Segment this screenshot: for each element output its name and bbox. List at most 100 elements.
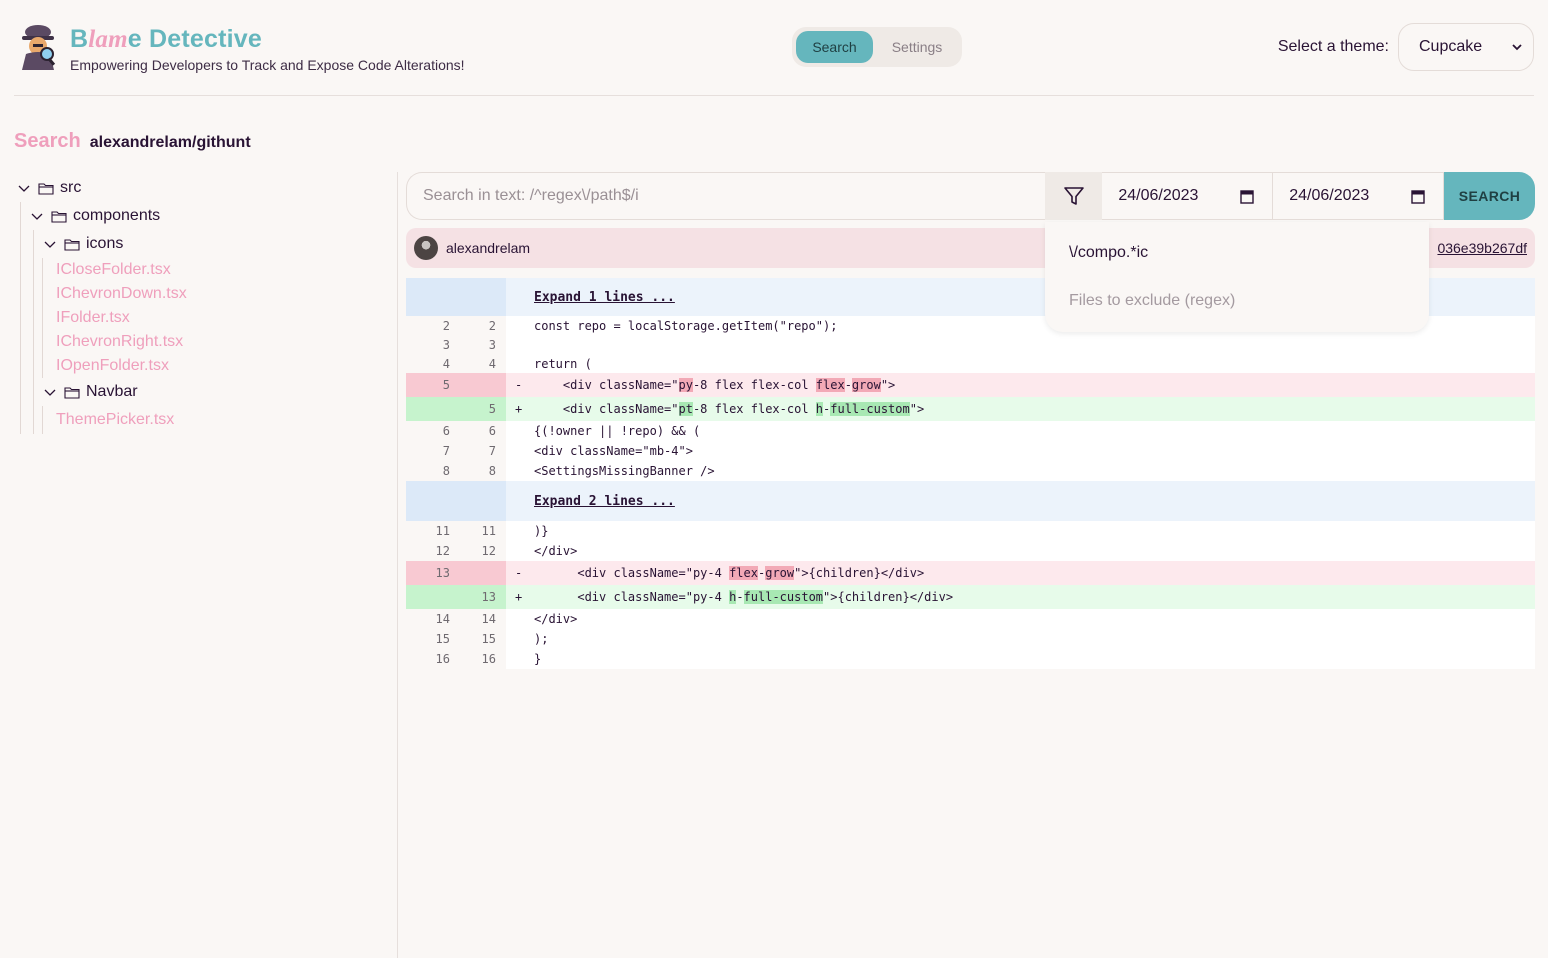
code-highlight: grow (765, 566, 795, 580)
code-segment: <div className=" (534, 402, 679, 416)
tree-file[interactable]: IOpenFolder.tsx (56, 354, 398, 378)
code-segment: <div className="py-4 (534, 590, 730, 604)
old-line-number: 3 (442, 337, 450, 352)
file-tree: src components icons ICloseFolder.tsx IC… (14, 174, 398, 434)
chevron-down-icon (31, 213, 43, 220)
search-input[interactable]: Search in text: /^regex\/path$/i (406, 172, 1046, 220)
tree-folder-label: Navbar (86, 383, 138, 400)
search-button[interactable]: SEARCH (1444, 172, 1536, 220)
tab-search[interactable]: Search (796, 31, 873, 63)
new-line-number: 11 (481, 524, 496, 538)
new-line-number: 5 (488, 402, 496, 416)
new-line-number: 4 (488, 356, 496, 371)
chevron-down-icon (44, 389, 56, 396)
tree-folder-src[interactable]: src (14, 174, 398, 202)
code-text: ); (534, 632, 549, 646)
code-segment: - (844, 378, 852, 392)
calendar-icon[interactable] (1240, 189, 1254, 204)
code-highlight: full-custom (743, 590, 824, 604)
tree-file[interactable]: ICloseFolder.tsx (56, 258, 398, 282)
tree-file[interactable]: ThemePicker.tsx (56, 406, 398, 434)
new-line-number: 12 (481, 544, 496, 558)
diff-marker: - (515, 378, 523, 392)
code-segment: -8 flex flex-col (692, 378, 816, 392)
search-bar: Search in text: /^regex\/path$/i 24/06/2… (406, 172, 1536, 220)
code-text: <SettingsMissingBanner /> (534, 464, 715, 478)
diff-marker: - (515, 566, 523, 580)
tree-folder-navbar[interactable]: Navbar (34, 378, 398, 406)
code-text: {(!owner || !repo) && ( (534, 424, 701, 438)
diff-line: 11 11)} (406, 521, 1535, 541)
tree-folder-icons[interactable]: icons (34, 230, 398, 258)
code-segment: "> (880, 378, 896, 392)
diff-marker: + (515, 590, 523, 604)
diff-line-removed: 5 - <div className="py-8 flex flex-col f… (406, 373, 1535, 397)
old-line-number: 16 (435, 652, 450, 666)
tree-folder-label: icons (86, 235, 124, 252)
new-line-number: 7 (488, 444, 496, 458)
exclude-regex-input[interactable]: Files to exclude (regex) (1069, 292, 1235, 310)
new-line-number: 2 (488, 318, 496, 333)
diff-line: 4 4 return ( (406, 354, 1535, 373)
app-header: Blame Detective Empowering Developers to… (14, 0, 1534, 96)
include-regex-input[interactable]: \/compo.*ic (1069, 244, 1148, 262)
filter-button[interactable] (1045, 172, 1103, 220)
old-line-number: 8 (442, 464, 450, 478)
code-text: )} (534, 524, 549, 538)
folder-icon (64, 386, 80, 399)
code-text: return ( (534, 356, 592, 371)
chevron-down-icon (1512, 44, 1522, 51)
commit-hash-link[interactable]: 036e39b267df (1437, 240, 1527, 256)
diff-line: 14 14 </div> (406, 609, 1535, 629)
diff-line-added: 13 + <div className="py-4 h-full-custom"… (406, 585, 1535, 609)
expand-lines-link[interactable]: Expand 2 lines ... (534, 494, 675, 509)
code-text: <div className="mb-4"> (534, 444, 693, 458)
commit-author: alexandrelam (446, 240, 531, 256)
calendar-icon[interactable] (1411, 189, 1425, 204)
gutter (406, 481, 506, 521)
new-line-number: 3 (488, 337, 496, 352)
tree-file[interactable]: IChevronDown.tsx (56, 282, 398, 306)
date-from-input[interactable]: 24/06/2023 (1102, 172, 1274, 220)
new-line-number: 16 (481, 652, 496, 666)
code-text: </div> (534, 612, 578, 626)
old-line-number: 7 (442, 444, 450, 458)
code-segment: <div className=" (534, 378, 679, 392)
tree-folder-components[interactable]: components (21, 202, 398, 230)
repo-name: alexandrelam/githunt (89, 134, 251, 151)
date-to-input[interactable]: 24/06/2023 (1273, 172, 1445, 220)
chevron-down-icon (44, 241, 56, 248)
date-from-value: 24/06/2023 (1118, 187, 1199, 204)
code-highlight: flex (729, 566, 758, 580)
expand-lines-link[interactable]: Expand 1 lines ... (534, 290, 675, 305)
old-line-number: 15 (435, 632, 450, 646)
diff-line: 7 7 <div className="mb-4"> (406, 441, 1535, 461)
search-title: Search (14, 130, 81, 152)
theme-select[interactable]: Cupcake (1398, 23, 1534, 71)
tab-settings[interactable]: Settings (877, 31, 957, 63)
tree-file[interactable]: IFolder.tsx (56, 306, 398, 330)
old-line-number: 11 (435, 524, 450, 538)
expand-row: Expand 2 lines ... (406, 481, 1535, 521)
old-line-number: 2 (442, 318, 450, 333)
brand-title-rest: e Detective (127, 25, 262, 53)
new-line-number: 13 (481, 590, 496, 604)
search-heading: Search alexandrelam/githunt (14, 130, 251, 153)
diff-line: 33 (406, 335, 1535, 354)
tree-file[interactable]: IChevronRight.tsx (56, 330, 398, 354)
code-text: <div className="py-4 h-full-custom">{chi… (534, 590, 953, 604)
theme-label: Select a theme: (1277, 38, 1389, 55)
code-highlight: full-custom (830, 402, 910, 416)
code-highlight: grow (851, 378, 881, 392)
diff-line: 15 15); (406, 629, 1535, 649)
brand-title: Blame Detective (70, 24, 465, 55)
brand-title-b: B (70, 25, 89, 53)
diff-view: Expand 1 lines ... 2 2 const repo = localS… (406, 278, 1535, 669)
date-to-value: 24/06/2023 (1289, 187, 1370, 204)
folder-icon (51, 210, 67, 223)
new-line-number: 14 (481, 612, 496, 626)
old-line-number: 5 (442, 378, 450, 392)
code-segment: ">{children}</div> (823, 590, 954, 604)
old-line-number: 13 (435, 566, 450, 580)
old-line-number: 14 (435, 612, 450, 626)
